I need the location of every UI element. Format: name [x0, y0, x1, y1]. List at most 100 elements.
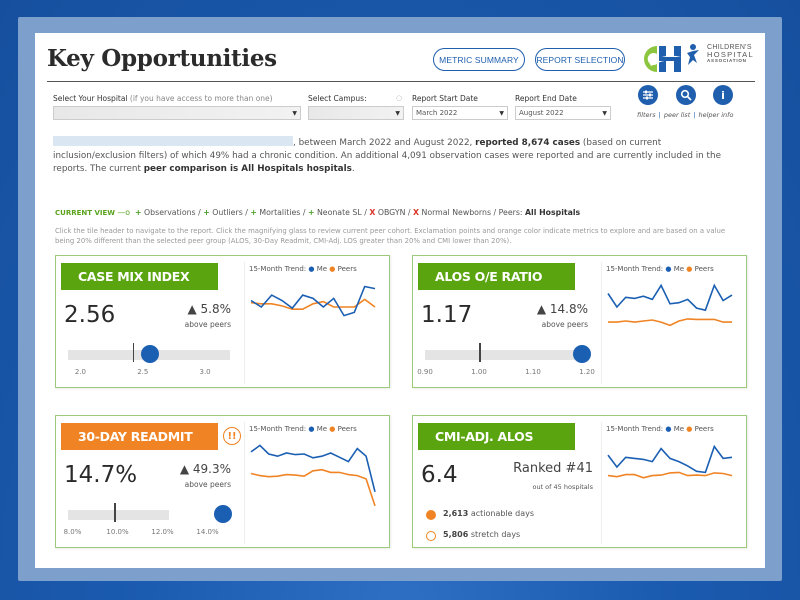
gauge-tick-label: 3.0 — [199, 368, 211, 376]
gauge-tick-label: 14.0% — [196, 528, 219, 536]
current-view-bar: CURRENT VIEW —o + Observations / + Outli… — [55, 208, 581, 217]
gauge-track — [425, 350, 587, 360]
readmit-delta-sub: above peers — [184, 480, 231, 489]
dashboard-panel: Key Opportunities METRIC SUMMARY REPORT … — [35, 33, 765, 568]
peers-trend-line — [608, 318, 732, 327]
trend-legend: 15-Month Trend: ● Me ● Peers — [249, 425, 357, 433]
title-divider — [47, 81, 755, 82]
readmit-trend-chart — [250, 444, 376, 507]
cmi-delta-sub: above peers — [184, 320, 231, 329]
peers-trend-line — [250, 468, 376, 507]
exclamation-alert-icon: !! — [223, 427, 241, 445]
peers-trend-line — [607, 471, 733, 479]
stretch-days: 5,806 stretch days — [443, 530, 521, 539]
page-title: Key Opportunities — [47, 45, 277, 72]
peer-list-button[interactable] — [676, 85, 696, 105]
gauge-me-dot — [572, 345, 591, 363]
cmi-alos-value: 6.4 — [421, 462, 458, 488]
cha-logo-mark-icon — [644, 44, 699, 72]
gauge-tick-label: 1.20 — [579, 368, 595, 376]
gauge-track — [68, 510, 170, 520]
gauge-tick-label: 2.5 — [137, 368, 149, 376]
alos-delta: ▲ 14.8% — [536, 302, 588, 316]
report-selection-button[interactable]: REPORT SELECTION — [535, 48, 625, 71]
gauge-tick-label: 0.90 — [417, 368, 433, 376]
info-icon: i — [721, 88, 725, 102]
view-item-obgyn: OBGYN — [377, 208, 406, 217]
tile-case-mix-index: CASE MIX INDEX 2.56 ▲ 5.8% above peers 1… — [55, 255, 390, 388]
lock-icon: ○ — [396, 94, 403, 102]
chevron-down-icon: ▼ — [602, 110, 607, 117]
alos-trend: 15-Month Trend: ● Me ● Peers — [601, 262, 741, 384]
view-peers-value: All Hospitals — [525, 208, 581, 217]
stretch-days-dot-icon — [426, 531, 436, 541]
chevron-down-icon: ▼ — [292, 110, 297, 117]
tile-30-day-readmit: 30-DAY READMIT !! 14.7% ▲ 49.3% above pe… — [55, 415, 390, 548]
chevron-down-icon: ▼ — [499, 110, 504, 117]
gauge-tick-label: 1.00 — [471, 368, 487, 376]
gauge-tick-label: 1.10 — [525, 368, 541, 376]
view-item-outliers: Outliers — [212, 208, 243, 217]
chevron-down-icon: ▼ — [395, 110, 400, 117]
campus-select[interactable]: ▼ — [308, 106, 404, 120]
tile-header-readmit[interactable]: 30-DAY READMIT — [61, 423, 218, 450]
gauge-peer-marker — [132, 343, 135, 362]
tile-header-cmi-alos[interactable]: CMI-ADJ. ALOS — [418, 423, 575, 450]
alos-value: 1.17 — [421, 302, 473, 328]
readmit-value: 14.7% — [64, 462, 138, 488]
hospital-select-label: Select Your Hospital (if you have access… — [53, 94, 273, 103]
cha-logo: CHILDREN'S HOSPITAL ASSOCIATION — [635, 41, 760, 77]
start-date-select[interactable]: March 2022 ▼ — [412, 106, 508, 120]
gauge-tick-label: 10.0% — [106, 528, 129, 536]
view-item-mortalities: Mortalities — [259, 208, 301, 217]
cmi-alos-trend-chart — [607, 444, 733, 479]
filters-caption[interactable]: filters — [637, 111, 656, 119]
cmi-delta: ▲ 5.8% — [187, 302, 231, 316]
me-trend-line — [250, 444, 376, 492]
readmit-delta: ▲ 49.3% — [179, 462, 231, 476]
peer-list-caption[interactable]: peer list — [664, 111, 690, 119]
view-item-normal-newborns: Normal Newborns — [421, 208, 492, 217]
actionable-days-dot-icon — [426, 510, 436, 520]
view-item-observations: Observations — [144, 208, 196, 217]
summary-text: , between March 2022 and August 2022, re… — [53, 136, 721, 174]
helper-info-caption[interactable]: helper info — [698, 111, 733, 119]
helper-info-button[interactable]: i — [713, 85, 733, 105]
readmit-trend: 15-Month Trend: ● Me ● Peers — [244, 422, 384, 544]
me-trend-line — [607, 444, 733, 474]
trend-legend: 15-Month Trend: ● Me ● Peers — [606, 265, 714, 273]
me-trend-line — [607, 283, 733, 312]
gauge-tick-label: 2.0 — [74, 368, 87, 376]
cmi-trend: 15-Month Trend: ● Me ● Peers — [244, 262, 384, 384]
gauge-peer-marker — [479, 343, 481, 362]
alos-delta-sub: above peers — [541, 320, 588, 329]
alos-trend-chart — [607, 283, 733, 327]
tool-captions: filters | peer list | helper info — [637, 111, 734, 119]
end-date-label: Report End Date — [515, 94, 577, 103]
me-trend-line — [250, 285, 376, 317]
gauge-me-dot — [214, 505, 233, 523]
rank-text: Ranked #41 — [513, 461, 593, 476]
cmi-value: 2.56 — [64, 302, 116, 328]
actionable-days: 2,613 actionable days — [443, 509, 535, 518]
rank-sub: out of 45 hospitals — [532, 483, 593, 491]
gauge-tick-label: 8.0% — [63, 528, 82, 536]
hospital-select[interactable]: ▼ — [53, 106, 301, 120]
trend-legend: 15-Month Trend: ● Me ● Peers — [606, 425, 714, 433]
cmi-trend-chart — [250, 285, 376, 317]
start-date-label: Report Start Date — [412, 94, 478, 103]
filters-button[interactable] — [638, 85, 658, 105]
help-text: Click the tile header to navigate to the… — [55, 227, 726, 245]
tile-alos-oe-ratio: ALOS O/E RATIO 1.17 ▲ 14.8% above peers … — [412, 255, 747, 388]
tile-header-cmi[interactable]: CASE MIX INDEX — [61, 263, 218, 290]
tile-header-alos[interactable]: ALOS O/E RATIO — [418, 263, 575, 290]
cmi-alos-trend: 15-Month Trend: ● Me ● Peers — [601, 422, 741, 544]
trend-legend: 15-Month Trend: ● Me ● Peers — [249, 265, 357, 273]
gauge-me-dot — [141, 345, 160, 363]
metric-summary-button[interactable]: METRIC SUMMARY — [433, 48, 525, 71]
magnifier-icon — [680, 89, 692, 101]
end-date-select[interactable]: August 2022 ▼ — [515, 106, 611, 120]
connector-icon: —o — [117, 208, 131, 217]
gauge-peer-marker — [114, 503, 116, 522]
view-item-neonate: Neonate SL — [316, 208, 362, 217]
